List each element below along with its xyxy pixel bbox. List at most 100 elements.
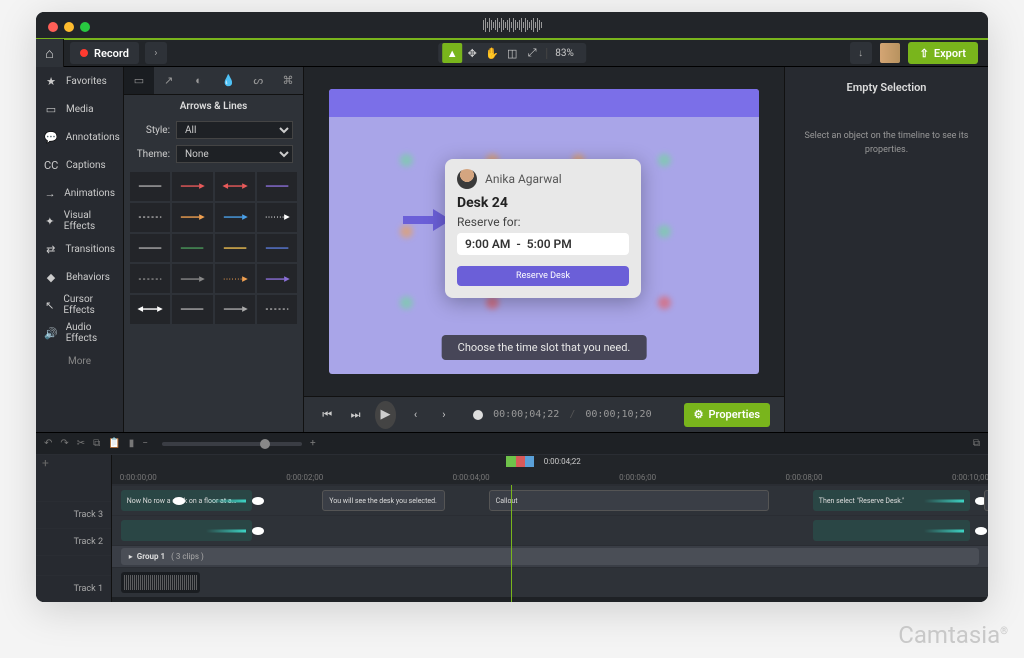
playhead[interactable] (511, 485, 512, 602)
sidebar-item-behaviors[interactable]: ◆Behaviors (36, 263, 123, 291)
track-2[interactable] (112, 515, 988, 545)
track-3[interactable]: Now No row a desk on a floor at a… You w… (112, 485, 988, 515)
arrow-swatch[interactable] (215, 203, 255, 232)
add-track-button[interactable]: + (36, 455, 111, 471)
sidebar-item-audio-effects[interactable]: 🔊Audio Effects (36, 319, 123, 347)
clip[interactable]: You will see the desk you selected. (322, 490, 445, 511)
tab-sketch[interactable]: ᔕ (243, 67, 273, 94)
tab-blur[interactable]: 💧 (213, 67, 243, 94)
minimize-window-icon[interactable] (64, 22, 74, 32)
clip[interactable] (813, 520, 971, 541)
group-expand-icon[interactable]: ▸ (129, 552, 133, 561)
maximize-window-icon[interactable] (80, 22, 90, 32)
style-select[interactable]: All (176, 121, 293, 139)
arrow-swatch[interactable] (172, 172, 212, 201)
tab-keystroke[interactable]: ⌘ (273, 67, 303, 94)
arrow-swatch[interactable] (257, 264, 297, 293)
paste-icon[interactable]: 📋 (108, 438, 120, 449)
play-button[interactable]: ▶ (375, 401, 396, 429)
clip-group[interactable]: ▸ Group 1 ( 3 clips ) (121, 548, 979, 565)
properties-button[interactable]: ⚙Properties (684, 403, 770, 427)
record-dropdown[interactable]: › (145, 42, 167, 64)
arrow-swatch[interactable] (215, 172, 255, 201)
detach-icon[interactable]: ⧉ (973, 438, 980, 449)
arrow-swatch[interactable] (172, 203, 212, 232)
arrow-swatch[interactable] (215, 295, 255, 324)
timeline-ruler[interactable]: 0:00:04;22 0:00:00;00 0:00:02;00 0:00:04… (112, 455, 988, 485)
tab-shape[interactable]: ◐ (184, 67, 214, 94)
arrow-swatch[interactable] (172, 234, 212, 263)
clip[interactable]: Then select "Reserve Desk." (813, 490, 971, 511)
clip[interactable]: Callout (489, 490, 769, 511)
reserve-button[interactable]: Reserve Desk (457, 266, 629, 286)
prev-frame-button[interactable]: ⏮ (318, 403, 336, 427)
asset-thumb[interactable] (880, 43, 900, 63)
marker-dot[interactable] (173, 497, 185, 505)
select-tool-icon[interactable]: ▲ (442, 43, 462, 63)
tab-style-basic[interactable]: ▭ (124, 67, 154, 94)
clip[interactable] (121, 520, 252, 541)
clip[interactable]: Ca (984, 490, 988, 511)
home-button[interactable]: ⌂ (36, 39, 64, 67)
sidebar-more[interactable]: More (36, 347, 123, 375)
track-label-2[interactable]: Track 2 (36, 528, 111, 555)
split-icon[interactable]: ▮ (129, 438, 135, 449)
arrow-swatch[interactable] (215, 264, 255, 293)
download-button[interactable]: ↓ (850, 42, 872, 64)
export-button[interactable]: ⇧ Export (908, 42, 978, 64)
track-label-group[interactable] (36, 555, 111, 574)
zoom-out-icon[interactable]: − (142, 438, 148, 449)
sidebar-item-annotations[interactable]: 💬Annotations (36, 123, 123, 151)
sidebar-item-favorites[interactable]: ★Favorites (36, 67, 123, 95)
track-1[interactable] (112, 567, 988, 597)
sidebar-item-captions[interactable]: CCCaptions (36, 151, 123, 179)
arrow-swatch[interactable] (130, 203, 170, 232)
arrow-swatch[interactable] (172, 264, 212, 293)
sidebar-item-animations[interactable]: →Animations (36, 179, 123, 207)
playhead-flag[interactable] (506, 456, 534, 467)
step-back-button[interactable]: ‹ (406, 403, 424, 427)
close-window-icon[interactable] (48, 22, 58, 32)
arrow-swatch[interactable] (257, 203, 297, 232)
hand-tool-icon[interactable]: ✋ (482, 43, 502, 63)
undo-icon[interactable]: ↶ (44, 438, 52, 449)
pan-tool-icon[interactable]: ✥ (462, 43, 482, 63)
marker-dot[interactable] (975, 527, 987, 535)
sidebar-item-visual-effects[interactable]: ✦Visual Effects (36, 207, 123, 235)
cut-icon[interactable]: ✂ (77, 438, 85, 449)
copy-icon[interactable]: ⧉ (93, 438, 100, 449)
tracks-area[interactable]: 0:00:04;22 0:00:00;00 0:00:02;00 0:00:04… (112, 455, 988, 602)
track-group[interactable]: ▸ Group 1 ( 3 clips ) (112, 545, 988, 567)
next-frame-button[interactable]: ⏭ (346, 403, 364, 427)
arrow-swatch[interactable] (130, 234, 170, 263)
arrow-swatch[interactable] (257, 234, 297, 263)
arrow-swatch[interactable] (130, 264, 170, 293)
marker-dot[interactable] (252, 497, 264, 505)
clip[interactable]: Now No row a desk on a floor at a… (121, 490, 252, 511)
arrow-swatch[interactable] (130, 295, 170, 324)
theme-select[interactable]: None (176, 145, 293, 163)
sidebar-item-media[interactable]: ▭Media (36, 95, 123, 123)
sidebar-item-transitions[interactable]: ⇄Transitions (36, 235, 123, 263)
clip-audio[interactable] (121, 572, 200, 593)
arrow-swatch[interactable] (257, 295, 297, 324)
sidebar-item-cursor-effects[interactable]: ↖Cursor Effects (36, 291, 123, 319)
step-fwd-button[interactable]: › (435, 403, 453, 427)
arrow-swatch[interactable] (215, 234, 255, 263)
canvas[interactable]: Anika Agarwal Desk 24 Reserve for: 9:00 … (304, 67, 784, 396)
record-button[interactable]: Record (70, 42, 139, 64)
arrow-swatch[interactable] (130, 172, 170, 201)
arrow-swatch[interactable] (172, 295, 212, 324)
magnify-tool-icon[interactable]: ⤢ (522, 43, 542, 63)
crop-tool-icon[interactable]: ◫ (502, 43, 522, 63)
track-label-3[interactable]: Track 3 (36, 501, 111, 528)
redo-icon[interactable]: ↷ (60, 438, 68, 449)
arrow-swatch[interactable] (257, 172, 297, 201)
track-label-1[interactable]: Track 1 (36, 575, 111, 602)
zoom-in-icon[interactable]: + (310, 438, 316, 449)
marker-dot[interactable] (252, 527, 264, 535)
timeline-zoom-slider[interactable] (162, 442, 302, 446)
tab-arrow[interactable]: ↗ (154, 67, 184, 94)
zoom-dropdown[interactable]: 83% (546, 48, 582, 59)
scrubber-handle[interactable] (473, 410, 483, 420)
